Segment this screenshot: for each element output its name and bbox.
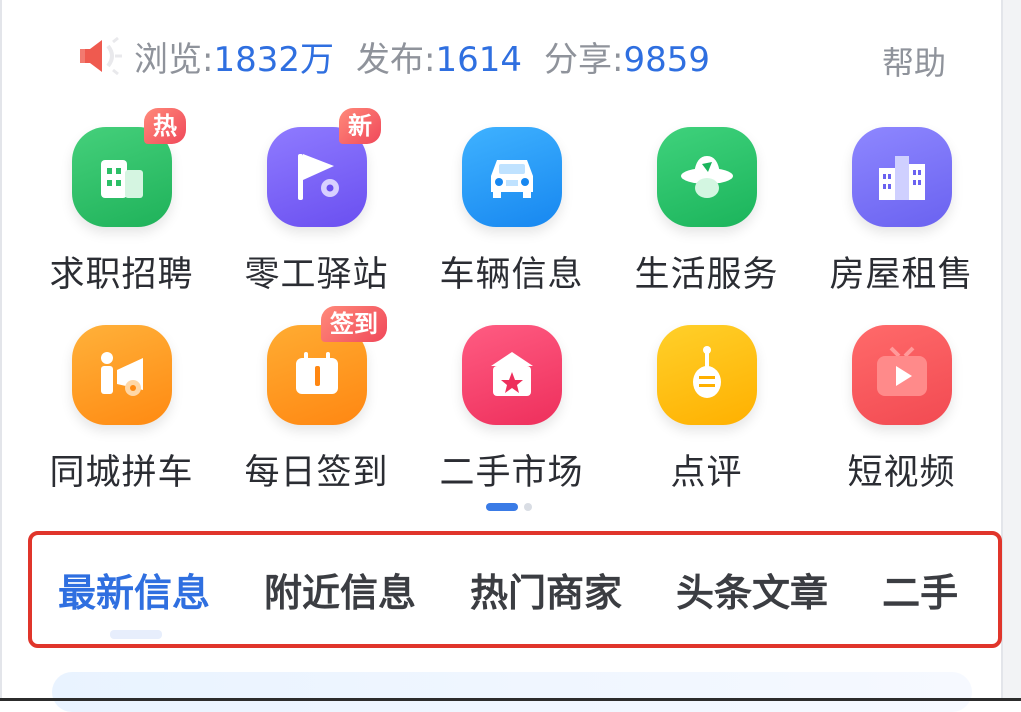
cowboy-hat-icon: [657, 127, 757, 227]
person-car-icon: [72, 325, 172, 425]
hot-badge: 热: [144, 108, 186, 144]
grid-pager: [486, 503, 532, 511]
grid-item-label: 点评: [670, 453, 743, 493]
grid-item-label: 每日签到: [244, 453, 389, 493]
grid-item-carpool[interactable]: 同城拼车: [24, 310, 219, 508]
tab-label: 头条文章: [676, 571, 829, 615]
page-background: [1003, 0, 1021, 701]
tab-latest[interactable]: 最新信息: [58, 562, 211, 639]
grid-item-daily-checkin[interactable]: 签到 每日签到: [219, 306, 414, 508]
grid-item-vehicles[interactable]: 车辆信息: [414, 112, 609, 310]
tab-label: 热门商家: [470, 571, 623, 615]
help-link[interactable]: 帮助: [882, 38, 946, 84]
content-card-preview: [52, 672, 972, 712]
grid-item-label: 房屋租售: [829, 255, 974, 295]
new-badge: 新: [339, 108, 381, 144]
views-stat: 浏览:1832万: [134, 32, 334, 81]
pager-dot-active: [486, 503, 518, 511]
posts-label: 发布:: [356, 39, 436, 80]
category-grid: 热 求职招聘 新 零工驿站 车辆信息 生活服务 房屋租售 同城拼车 签到 每日签…: [24, 108, 999, 508]
views-value: 1832万: [213, 39, 334, 80]
page-frame-left: [0, 0, 2, 701]
shares-stat: 分享:9859: [544, 32, 710, 81]
grid-item-second-hand-market[interactable]: 二手市场: [414, 310, 609, 508]
tab-label: 附近信息: [264, 571, 417, 615]
grid-item-housing[interactable]: 房屋租售: [804, 112, 999, 310]
posts-value: 1614: [435, 39, 522, 80]
tab-second-hand[interactable]: 二手: [882, 562, 958, 617]
grid-item-reviews[interactable]: 点评: [609, 310, 804, 508]
grid-item-life-services[interactable]: 生活服务: [609, 112, 804, 310]
shares-label: 分享:: [544, 39, 624, 80]
city-buildings-icon: [852, 127, 952, 227]
grid-item-label: 生活服务: [634, 255, 779, 295]
grid-item-jobs[interactable]: 热 求职招聘: [24, 108, 219, 310]
stats-bar: 浏览:1832万 发布:1614 分享:9859 帮助: [78, 30, 958, 82]
views-label: 浏览:: [134, 39, 214, 80]
tv-play-icon: [852, 325, 952, 425]
tab-nearby[interactable]: 附近信息: [264, 562, 416, 617]
speaker-icon: [80, 36, 122, 76]
grid-item-label: 同城拼车: [49, 453, 194, 493]
grid-item-short-video[interactable]: 短视频: [804, 310, 999, 508]
tab-label: 二手: [882, 571, 959, 615]
tab-label: 最新信息: [58, 571, 211, 615]
grid-item-label: 短视频: [847, 453, 956, 493]
grid-item-label: 求职招聘: [49, 255, 194, 295]
checkin-badge: 签到: [321, 306, 387, 342]
posts-stat: 发布:1614: [356, 32, 522, 81]
shares-value: 9859: [623, 39, 710, 80]
grid-item-label: 二手市场: [439, 453, 584, 493]
pipa-icon: [657, 325, 757, 425]
pager-dot: [524, 503, 532, 511]
grid-item-label: 车辆信息: [439, 255, 584, 295]
grid-item-gig-station[interactable]: 新 零工驿站: [219, 108, 414, 310]
shop-star-icon: [462, 325, 562, 425]
tab-hot-merchants[interactable]: 热门商家: [470, 562, 622, 617]
tab-headline-articles[interactable]: 头条文章: [676, 562, 828, 617]
active-tab-indicator: [110, 630, 162, 639]
grid-item-label: 零工驿站: [244, 255, 389, 295]
grid-row: 热 求职招聘 新 零工驿站 车辆信息 生活服务 房屋租售: [24, 108, 999, 310]
car-icon: [462, 127, 562, 227]
info-tabs: 最新信息 附近信息 热门商家 头条文章 二手: [28, 531, 1002, 648]
grid-row: 同城拼车 签到 每日签到 二手市场 点评 短视频: [24, 306, 999, 508]
